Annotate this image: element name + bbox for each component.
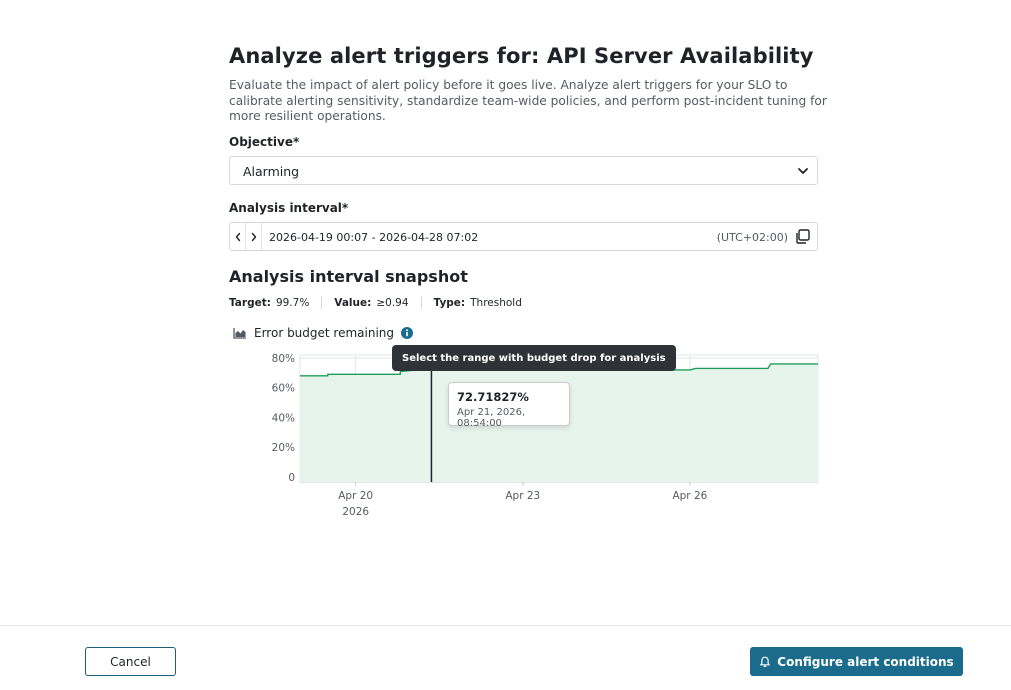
chevron-left-icon — [235, 232, 240, 241]
hover-tooltip: 72.71827% Apr 21, 2026, 08:54:00 — [448, 382, 570, 429]
page-description: Evaluate the impact of alert policy befo… — [229, 78, 827, 123]
divider — [420, 296, 422, 309]
y-tick-label: 20% — [272, 442, 295, 454]
area-chart-icon — [233, 328, 246, 339]
objective-selected-value: Alarming — [243, 164, 300, 179]
prev-interval-button[interactable] — [230, 223, 246, 250]
y-tick-label: 40% — [272, 412, 295, 424]
value-label: Value: — [334, 296, 372, 309]
objective-select[interactable]: Alarming — [229, 156, 818, 185]
target-value: 99.7% — [275, 296, 310, 309]
hover-value: 72.71827% — [457, 390, 529, 404]
interval-range-text[interactable]: 2026-04-19 00:07 - 2026-04-28 07:02 — [269, 231, 478, 244]
copy-icon[interactable] — [794, 228, 811, 245]
objective-label: Objective* — [229, 135, 300, 149]
target-label: Target: — [229, 296, 271, 309]
cancel-button[interactable]: Cancel — [85, 647, 176, 676]
y-tick-label: 0 — [288, 472, 295, 484]
configure-alert-conditions-button[interactable]: Configure alert conditions — [750, 647, 963, 676]
value-value: ≥0.94 — [376, 296, 409, 309]
next-interval-button[interactable] — [246, 223, 262, 250]
bell-icon — [760, 656, 771, 667]
primary-button-label: Configure alert conditions — [777, 654, 954, 669]
chevron-right-icon — [251, 232, 256, 241]
x-tick-label: Apr 20 — [338, 490, 373, 502]
hover-date: Apr 21, 2026, 08:54:00 — [457, 407, 526, 429]
y-tick-label: 60% — [272, 383, 295, 395]
page-title: Analyze alert triggers for: API Server A… — [229, 44, 814, 68]
type-label: Type: — [433, 296, 466, 309]
divider — [321, 296, 323, 309]
info-icon[interactable] — [401, 327, 414, 339]
interval-label: Analysis interval* — [229, 201, 349, 215]
chevron-down-icon — [798, 168, 808, 174]
chart-title: Error budget remaining — [254, 326, 395, 340]
type-value: Threshold — [470, 296, 522, 309]
chart-header: Error budget remaining — [233, 326, 414, 340]
range-hint-tooltip: Select the range with budget drop for an… — [392, 345, 676, 371]
footer-bar: Cancel Configure alert conditions — [0, 625, 1011, 690]
snapshot-meta: Target: 99.7% Value: ≥0.94 Type: Thresho… — [229, 296, 522, 309]
x-tick-label: Apr 26 — [672, 490, 707, 502]
x-tick-label: Apr 23 — [505, 490, 540, 502]
y-tick-label: 80% — [272, 353, 295, 365]
timezone-label: (UTC+02:00) — [716, 231, 788, 244]
x-tick-sublabel: 2026 — [342, 506, 369, 518]
interval-field[interactable]: 2026-04-19 00:07 - 2026-04-28 07:02 (UTC… — [229, 222, 818, 251]
snapshot-title: Analysis interval snapshot — [229, 267, 468, 286]
